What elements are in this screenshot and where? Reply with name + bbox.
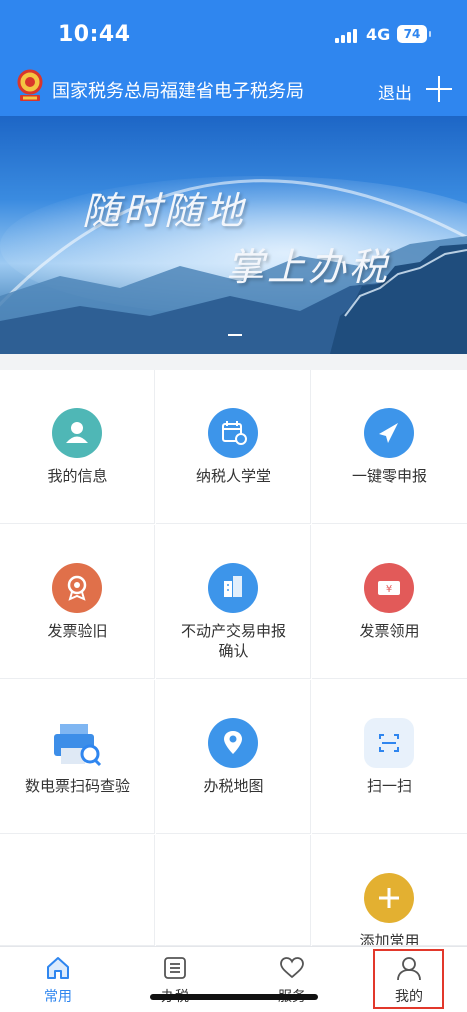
grid-item-my-info[interactable]: 我的信息 bbox=[0, 370, 155, 524]
tab-service[interactable]: 服务 bbox=[234, 947, 350, 1012]
home-icon bbox=[47, 957, 69, 979]
grid-item-label: 我的信息 bbox=[47, 467, 108, 485]
scan-icon bbox=[364, 718, 414, 768]
plus-icon[interactable] bbox=[426, 76, 452, 102]
top-bar: 10:44 4G 74 国家税务总局福建省电子税务局 退出 bbox=[0, 0, 467, 116]
list-icon bbox=[164, 957, 186, 979]
status-bar: 10:44 4G 74 bbox=[0, 0, 467, 62]
banner-page-indicator[interactable] bbox=[228, 334, 242, 336]
grid-item-add-common[interactable]: 添加常用 bbox=[312, 835, 467, 946]
seal-icon bbox=[52, 563, 102, 613]
function-grid: 我的信息 纳税人学堂 一键零申报 发票验旧 不动产交易申报确认 ¥ 发票领用 数… bbox=[0, 370, 467, 946]
grid-item-label: 办税地图 bbox=[203, 777, 264, 795]
printer-search-icon bbox=[52, 718, 102, 768]
battery-icon: 74 bbox=[397, 25, 431, 43]
building-icon bbox=[208, 563, 258, 613]
grid-item-zero-declaration[interactable]: 一键零申报 bbox=[312, 370, 467, 524]
user-icon bbox=[52, 408, 102, 458]
grid-item-label: 扫一扫 bbox=[366, 777, 412, 795]
grid-item-tax-map[interactable]: 办税地图 bbox=[156, 680, 311, 834]
grid-item-label: 纳税人学堂 bbox=[195, 467, 271, 485]
banner-landscape bbox=[0, 176, 467, 354]
grid-item-label: 不动产交易申报确认 bbox=[180, 622, 286, 660]
logout-button[interactable]: 退出 bbox=[378, 79, 412, 104]
tab-label: 常用 bbox=[44, 989, 72, 1005]
grid-item-empty bbox=[156, 835, 311, 946]
network-type: 4G bbox=[366, 25, 391, 44]
tax-emblem-icon bbox=[17, 69, 43, 101]
app-header: 国家税务总局福建省电子税务局 退出 bbox=[0, 62, 467, 116]
grid-item-label: 发票领用 bbox=[359, 622, 420, 640]
svg-text:¥: ¥ bbox=[386, 584, 392, 595]
grid-item-real-estate[interactable]: 不动产交易申报确认 bbox=[156, 525, 311, 679]
home-indicator bbox=[150, 994, 318, 1000]
banner-slogan-1: 随时随地 bbox=[82, 189, 247, 233]
banner[interactable]: 随时随地 掌上办税 bbox=[0, 116, 467, 354]
grid-item-scan[interactable]: 扫一扫 bbox=[312, 680, 467, 834]
grid-item-e-invoice-scan[interactable]: 数电票扫码查验 bbox=[0, 680, 155, 834]
add-circle-icon bbox=[364, 873, 414, 923]
grid-item-label: 发票验旧 bbox=[47, 622, 108, 640]
ticket-icon: ¥ bbox=[364, 563, 414, 613]
grid-item-label: 一键零申报 bbox=[351, 467, 427, 485]
status-time: 10:44 bbox=[58, 22, 131, 47]
calendar-icon bbox=[208, 408, 258, 458]
banner-slogan-2: 掌上办税 bbox=[226, 245, 391, 289]
paper-plane-icon bbox=[364, 408, 414, 458]
grid-item-label: 添加常用 bbox=[359, 932, 420, 946]
grid-item-invoice-collect[interactable]: ¥ 发票领用 bbox=[312, 525, 467, 679]
grid-item-label: 数电票扫码查验 bbox=[24, 777, 130, 795]
grid-item-taxpayer-school[interactable]: 纳税人学堂 bbox=[156, 370, 311, 524]
heart-icon bbox=[280, 957, 304, 979]
grid-item-empty bbox=[0, 835, 155, 946]
highlight-box bbox=[373, 949, 444, 1009]
signal-icon bbox=[335, 27, 359, 43]
map-pin-icon bbox=[208, 718, 258, 768]
tab-common[interactable]: 常用 bbox=[0, 947, 116, 1012]
tab-tax-handling[interactable]: 办税 bbox=[117, 947, 233, 1012]
grid-item-invoice-check-old[interactable]: 发票验旧 bbox=[0, 525, 155, 679]
page-title: 国家税务总局福建省电子税务局 bbox=[52, 81, 304, 102]
